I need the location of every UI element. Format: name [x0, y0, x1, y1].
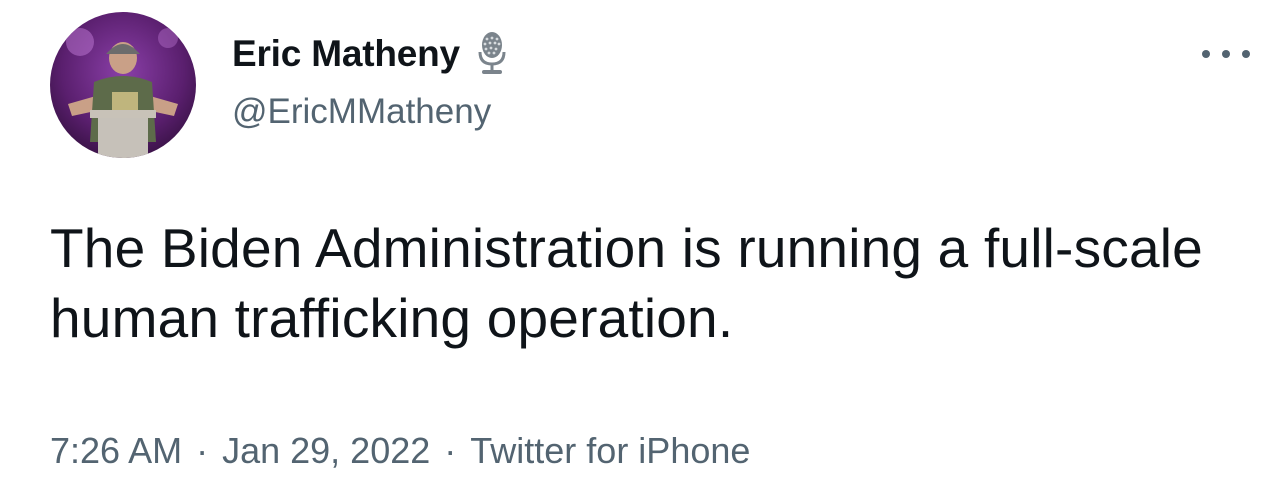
avatar[interactable] — [50, 12, 196, 158]
tweet-source[interactable]: Twitter for iPhone — [470, 430, 750, 471]
tweet-date[interactable]: Jan 29, 2022 — [222, 430, 430, 471]
tweet-time[interactable]: 7:26 AM — [50, 430, 182, 471]
tweet-metadata: 7:26 AM · Jan 29, 2022 · Twitter for iPhone — [50, 430, 750, 472]
tweet-text: The Biden Administration is running a fu… — [50, 217, 1203, 349]
more-dot — [1222, 50, 1230, 58]
microphone-icon — [478, 32, 506, 74]
meta-separator: · — [444, 430, 457, 471]
more-options-icon[interactable] — [1202, 44, 1250, 64]
author-handle[interactable]: @EricMMatheny — [232, 92, 491, 132]
tweet-card: Eric Matheny @EricMMatheny The Biden Adm… — [0, 0, 1280, 500]
author-name-row[interactable]: Eric Matheny — [232, 28, 510, 80]
more-dot — [1202, 50, 1210, 58]
profile-photo-icon — [50, 12, 196, 158]
meta-separator: · — [196, 430, 209, 471]
author-display-name[interactable]: Eric Matheny — [232, 33, 460, 75]
more-dot — [1242, 50, 1250, 58]
